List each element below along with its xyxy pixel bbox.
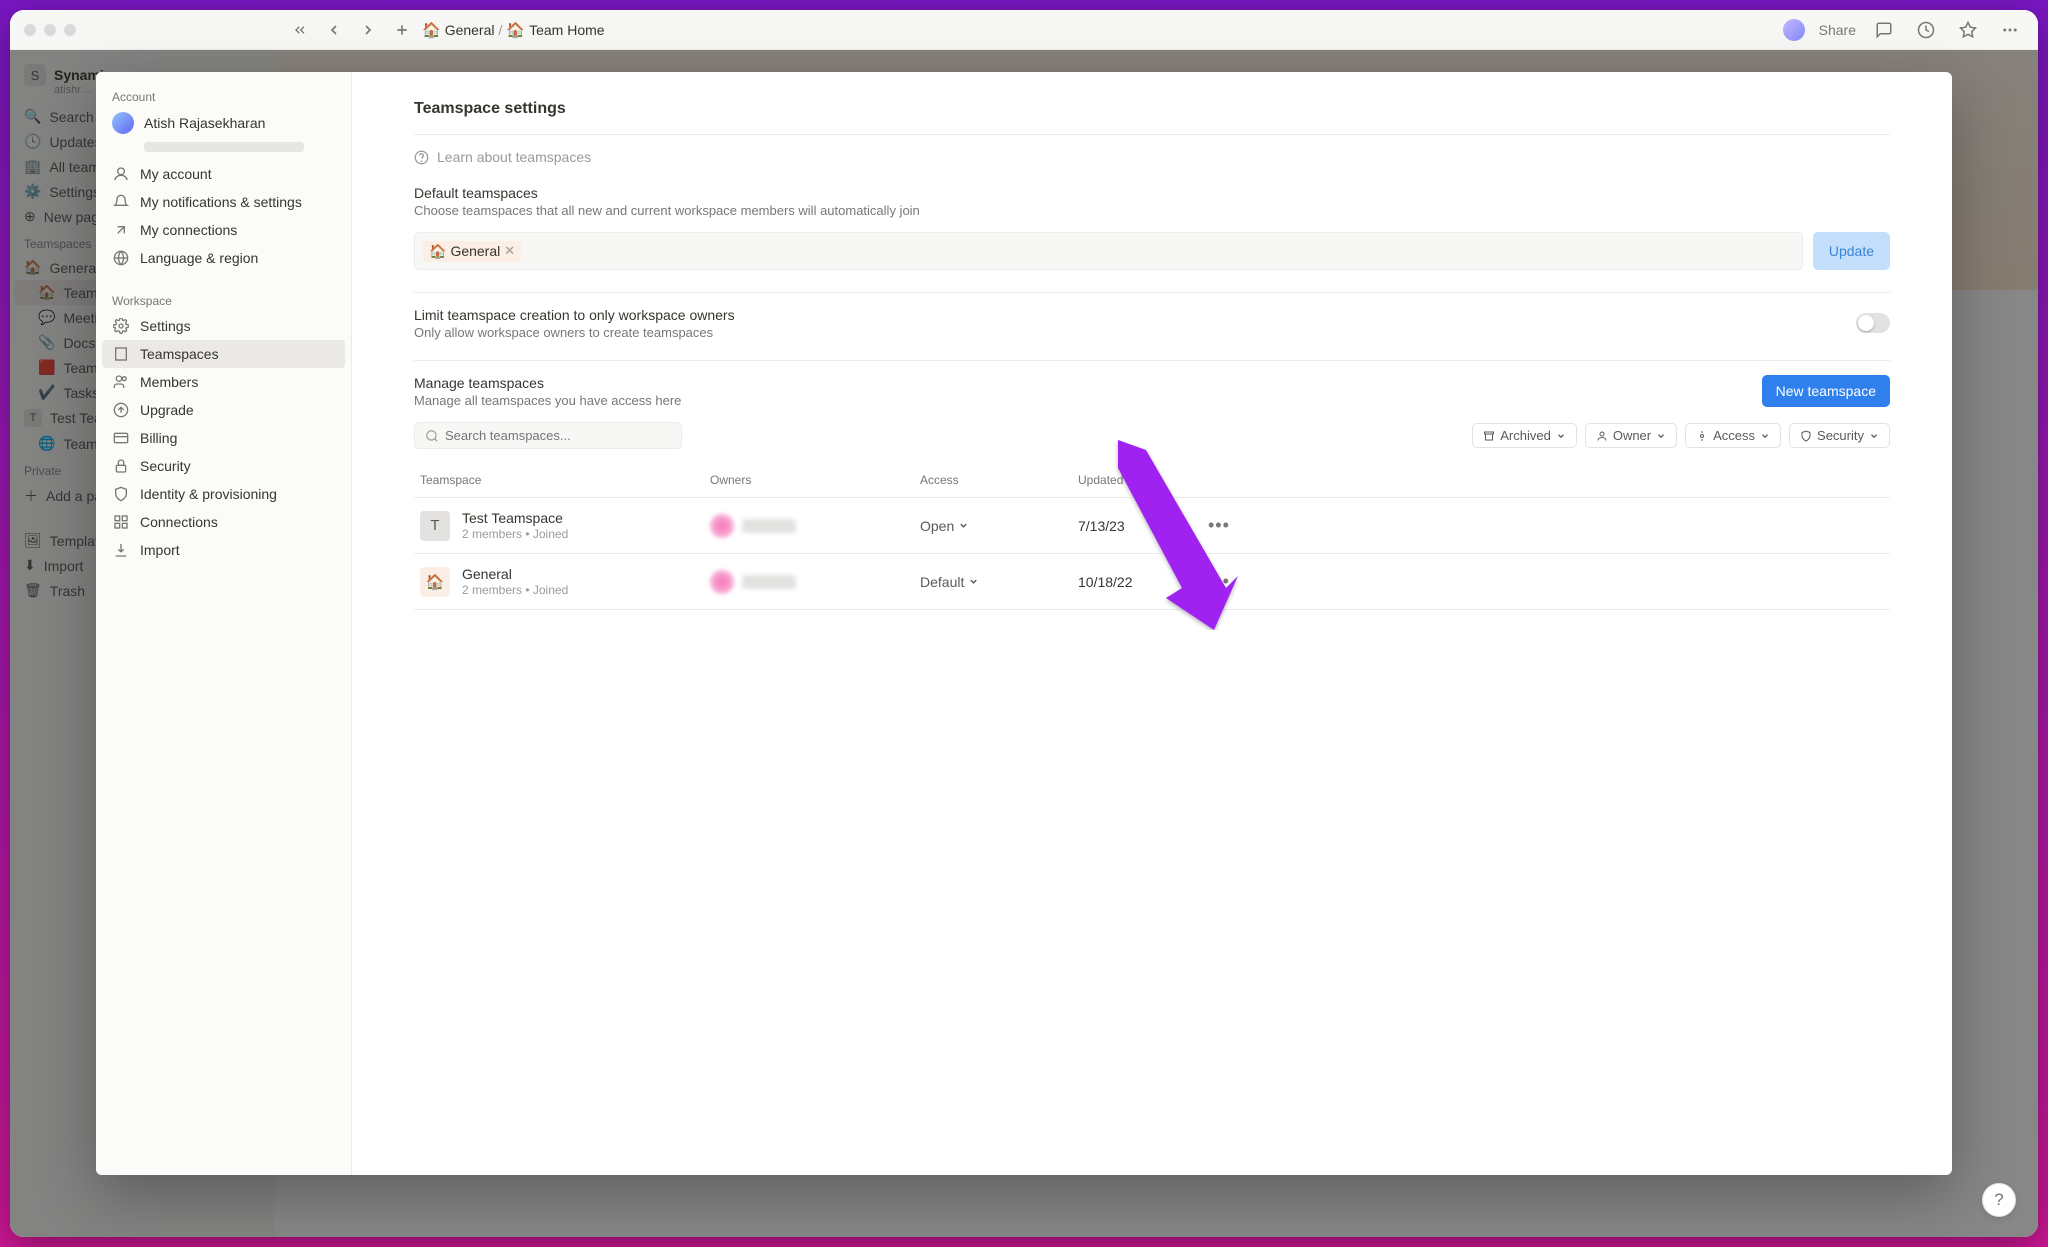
breadcrumb-space[interactable]: General	[445, 22, 495, 38]
sidebar-item-connections[interactable]: Connections	[102, 508, 345, 536]
sidebar-collapse-icon[interactable]	[286, 16, 314, 44]
help-button[interactable]: ?	[1982, 1183, 2016, 1217]
sidebar-item-my-account[interactable]: My account	[102, 160, 345, 188]
avatar	[112, 112, 134, 134]
grid-icon	[112, 513, 130, 531]
filter-owner[interactable]: Owner	[1585, 423, 1677, 448]
default-teamspaces-heading: Default teamspaces	[414, 185, 1890, 201]
more-icon[interactable]	[1996, 16, 2024, 44]
page-title: Teamspace settings	[414, 100, 1890, 118]
chevron-down-icon	[968, 576, 979, 587]
sidebar-item-upgrade[interactable]: Upgrade	[102, 396, 345, 424]
sidebar-item-teamspaces[interactable]: Teamspaces	[102, 340, 345, 368]
filter-access[interactable]: Access	[1685, 423, 1781, 448]
settings-sidebar: Account Atish Rajasekharan My account My…	[96, 72, 352, 1175]
redacted-owner	[710, 570, 920, 594]
col-owners[interactable]: Owners	[710, 473, 920, 487]
sidebar-item-security[interactable]: Security	[102, 452, 345, 480]
filter-archived[interactable]: Archived	[1472, 423, 1577, 448]
default-teamspaces-input[interactable]: 🏠 General ✕	[414, 232, 1803, 270]
redacted-email	[144, 142, 304, 152]
people-icon	[112, 373, 130, 391]
chevron-down-icon	[1760, 431, 1770, 441]
teamspaces-table: Teamspace Owners Access Updated T Test T…	[414, 463, 1890, 610]
settings-modal: Account Atish Rajasekharan My account My…	[96, 72, 1952, 1175]
access-select[interactable]: Open	[920, 518, 1078, 534]
gear-icon	[112, 317, 130, 335]
new-teamspace-button[interactable]: New teamspace	[1762, 375, 1890, 407]
globe-icon	[112, 249, 130, 267]
sidebar-item-members[interactable]: Members	[102, 368, 345, 396]
building-icon	[112, 345, 130, 363]
favorite-icon[interactable]	[1954, 16, 1982, 44]
teamspace-icon: 🏠	[420, 567, 450, 597]
search-teamspaces-input[interactable]	[414, 422, 682, 449]
remove-tag-icon[interactable]: ✕	[504, 243, 515, 259]
sidebar-item-language[interactable]: Language & region	[102, 244, 345, 272]
settings-content: Teamspace settings Learn about teamspace…	[352, 72, 1952, 1175]
nav-back-icon[interactable]	[320, 16, 348, 44]
manage-teamspaces-heading: Manage teamspaces	[414, 375, 681, 391]
redacted-owner	[710, 514, 920, 538]
sidebar-item-import[interactable]: Import	[102, 536, 345, 564]
link-icon	[112, 221, 130, 239]
arrow-up-icon	[112, 401, 130, 419]
search-icon	[425, 429, 439, 443]
settings-username: Atish Rajasekharan	[144, 115, 265, 131]
teamspace-tag[interactable]: 🏠 General ✕	[423, 241, 521, 262]
teamspace-icon: T	[420, 511, 450, 541]
window-titlebar: 🏠 General / 🏠 Team Home Share	[10, 10, 2038, 50]
breadcrumb-page[interactable]: Team Home	[529, 22, 604, 38]
download-icon	[112, 541, 130, 559]
sidebar-item-billing[interactable]: Billing	[102, 424, 345, 452]
limit-creation-heading: Limit teamspace creation to only workspa…	[414, 307, 735, 323]
chevron-down-icon	[1869, 431, 1879, 441]
sidebar-item-notifications[interactable]: My notifications & settings	[102, 188, 345, 216]
chevron-down-icon	[1556, 431, 1566, 441]
col-teamspace[interactable]: Teamspace	[420, 473, 710, 487]
limit-creation-toggle[interactable]	[1856, 313, 1890, 333]
home-icon: 🏠	[506, 21, 525, 39]
arrow-down-icon	[1127, 475, 1138, 486]
sidebar-item-identity[interactable]: Identity & provisioning	[102, 480, 345, 508]
bell-icon	[112, 193, 130, 211]
breadcrumb[interactable]: 🏠 General / 🏠 Team Home	[422, 21, 605, 39]
sidebar-item-settings[interactable]: Settings	[102, 312, 345, 340]
share-button[interactable]: Share	[1819, 22, 1856, 38]
home-icon: 🏠	[422, 21, 441, 39]
new-tab-icon[interactable]	[388, 16, 416, 44]
nav-forward-icon[interactable]	[354, 16, 382, 44]
chevron-down-icon	[1656, 431, 1666, 441]
row-actions-button[interactable]: •••	[1208, 571, 1230, 591]
avatar[interactable]	[1783, 19, 1805, 41]
comments-icon[interactable]	[1870, 16, 1898, 44]
updated-date: 10/18/22	[1078, 574, 1208, 590]
row-actions-button[interactable]: •••	[1208, 515, 1230, 535]
user-icon	[112, 165, 130, 183]
table-row[interactable]: T Test Teamspace 2 members • Joined Open…	[414, 498, 1890, 554]
card-icon	[112, 429, 130, 447]
updated-date: 7/13/23	[1078, 518, 1208, 534]
col-updated[interactable]: Updated	[1078, 473, 1208, 487]
access-select[interactable]: Default	[920, 574, 1078, 590]
traffic-lights[interactable]	[24, 24, 76, 36]
chevron-down-icon	[958, 520, 969, 531]
learn-link[interactable]: Learn about teamspaces	[414, 149, 1890, 165]
sidebar-item-connections-account[interactable]: My connections	[102, 216, 345, 244]
home-icon: 🏠	[429, 243, 446, 260]
lock-icon	[112, 457, 130, 475]
table-row[interactable]: 🏠 General 2 members • Joined Default 10/…	[414, 554, 1890, 610]
update-button[interactable]: Update	[1813, 232, 1890, 270]
updates-icon[interactable]	[1912, 16, 1940, 44]
col-access[interactable]: Access	[920, 473, 1078, 487]
shield-icon	[112, 485, 130, 503]
filter-security[interactable]: Security	[1789, 423, 1890, 448]
